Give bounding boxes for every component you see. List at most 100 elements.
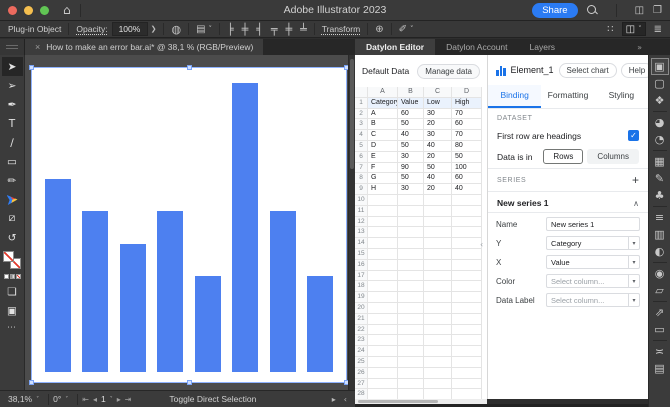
cell-r1c4[interactable]: High (452, 98, 482, 109)
align-icon-5[interactable]: ╧ (300, 23, 307, 36)
cell-r22c3[interactable] (424, 325, 452, 336)
selection-tool[interactable]: ➤ (2, 57, 23, 76)
cell-r6c3[interactable]: 20 (424, 152, 452, 163)
align-icon-2[interactable]: ╡ (256, 23, 263, 36)
bar-H[interactable] (307, 276, 333, 372)
cell-r8c1[interactable]: G (368, 173, 398, 184)
cell-r17c4[interactable] (452, 271, 482, 282)
cell-r8c4[interactable]: 60 (452, 173, 482, 184)
cell-r10c2[interactable] (398, 195, 424, 206)
cell-r11c1[interactable] (368, 206, 398, 217)
cell-r2c2[interactable]: 60 (398, 109, 424, 120)
cell-r17c3[interactable] (424, 271, 452, 282)
swatches-panel-icon[interactable]: ▦ (651, 153, 669, 170)
row-number-27[interactable]: 27 (355, 379, 368, 390)
cell-r23c1[interactable] (368, 335, 398, 346)
search-icon[interactable] (587, 5, 598, 16)
brushes-panel-icon[interactable]: ✎ (651, 170, 669, 187)
chevron-down-icon[interactable]: ˅ (36, 396, 39, 403)
cell-r7c2[interactable]: 90 (398, 163, 424, 174)
canvas[interactable] (25, 55, 348, 390)
chevron-down-icon[interactable]: ˅ (209, 25, 213, 33)
bar-E[interactable] (195, 276, 221, 372)
previous-artboard-icon[interactable]: ◂ (93, 395, 97, 404)
gradient-button[interactable] (10, 274, 15, 279)
cell-r16c3[interactable] (424, 260, 452, 271)
cell-r12c4[interactable] (452, 217, 482, 228)
row-number-11[interactable]: 11 (355, 206, 368, 217)
row-number-21[interactable]: 21 (355, 314, 368, 325)
cell-r8c3[interactable]: 40 (424, 173, 452, 184)
cell-r14c2[interactable] (398, 238, 424, 249)
symbols-panel-icon[interactable]: ♣ (651, 187, 669, 204)
panel-tabs-overflow-icon[interactable]: » (637, 39, 670, 55)
bar-F[interactable] (232, 83, 258, 372)
zoom-window-button[interactable] (40, 6, 49, 15)
cell-r22c2[interactable] (398, 325, 424, 336)
cell-r11c2[interactable] (398, 206, 424, 217)
cell-r21c4[interactable] (452, 314, 482, 325)
cell-r3c4[interactable]: 60 (452, 119, 482, 130)
dropdown-arrow-icon[interactable]: ▾ (628, 237, 639, 249)
cell-r28c2[interactable] (398, 389, 424, 399)
draw-mode-icon[interactable]: ❏ (2, 282, 23, 301)
data-label-select[interactable]: Select column...▾ (546, 293, 640, 307)
row-number-10[interactable]: 10 (355, 195, 368, 206)
dropdown-arrow-icon[interactable]: ▾ (628, 275, 639, 287)
cell-r25c2[interactable] (398, 357, 424, 368)
fill-stroke-indicator[interactable] (3, 251, 22, 270)
document-tab[interactable]: × How to make an error bar.ai* @ 38,1 % … (25, 39, 263, 55)
row-number-3[interactable]: 3 (355, 119, 368, 130)
direct-selection-tool[interactable]: ➢ (2, 76, 23, 95)
transform-link[interactable]: Transform (322, 24, 360, 34)
cell-r13c3[interactable] (424, 227, 452, 238)
dropdown-arrow-icon[interactable]: ▾ (628, 256, 639, 268)
libraries-panel-icon[interactable]: ▣ (651, 58, 669, 75)
next-artboard-icon[interactable]: ▸ (117, 395, 121, 404)
cell-r21c2[interactable] (398, 314, 424, 325)
cell-r21c3[interactable] (424, 314, 452, 325)
cell-r7c3[interactable]: 50 (424, 163, 452, 174)
artboards-panel-icon[interactable]: ▭ (651, 321, 669, 338)
cell-r27c1[interactable] (368, 379, 398, 390)
panel-tab-layers[interactable]: Layers (519, 39, 567, 55)
bar-D[interactable] (157, 211, 183, 372)
toolbox-grip[interactable] (0, 39, 25, 55)
zoom-level[interactable]: 38,1% (8, 394, 32, 404)
row-number-22[interactable]: 22 (355, 325, 368, 336)
rotation-value[interactable]: 0° (53, 394, 61, 404)
cell-r12c3[interactable] (424, 217, 452, 228)
cell-r22c4[interactable] (452, 325, 482, 336)
panel-tab-datylon-editor[interactable]: Datylon Editor (355, 39, 435, 55)
status-play-icon[interactable]: ▸ (332, 395, 336, 404)
align-icon-1[interactable]: ╪ (242, 23, 249, 36)
cell-r26c4[interactable] (452, 368, 482, 379)
cell-r19c3[interactable] (424, 292, 452, 303)
panels-layout-icon[interactable]: ◫ (635, 5, 644, 16)
cell-r7c1[interactable]: F (368, 163, 398, 174)
cell-r11c4[interactable] (452, 206, 482, 217)
layers-panel-icon[interactable]: ❖ (651, 92, 669, 109)
selection-handle[interactable] (187, 380, 192, 385)
row-number-6[interactable]: 6 (355, 152, 368, 163)
cell-r15c3[interactable] (424, 249, 452, 260)
cell-r16c1[interactable] (368, 260, 398, 271)
bar-C[interactable] (120, 244, 146, 372)
cell-r6c4[interactable]: 50 (452, 152, 482, 163)
cell-r5c4[interactable]: 80 (452, 141, 482, 152)
row-number-9[interactable]: 9 (355, 184, 368, 195)
datylon-plugin-tool[interactable] (2, 190, 23, 209)
cell-r25c4[interactable] (452, 357, 482, 368)
cell-r9c1[interactable]: H (368, 184, 398, 195)
grid-corner-cell[interactable] (355, 87, 368, 98)
cell-r6c2[interactable]: 30 (398, 152, 424, 163)
opacity-value-field[interactable]: 100% (112, 22, 148, 36)
last-artboard-icon[interactable]: ⇥ (125, 395, 132, 404)
properties-panel-icon[interactable]: ▤ (651, 360, 669, 377)
shape-builder-tool[interactable]: ⧄ (2, 209, 23, 228)
cell-r22c1[interactable] (368, 325, 398, 336)
row-number-18[interactable]: 18 (355, 281, 368, 292)
artboard-number[interactable]: 1 (101, 394, 106, 404)
cc-libraries-panel-icon[interactable]: ▢ (651, 75, 669, 92)
stroke-panel-icon[interactable]: ≡ (651, 209, 669, 226)
